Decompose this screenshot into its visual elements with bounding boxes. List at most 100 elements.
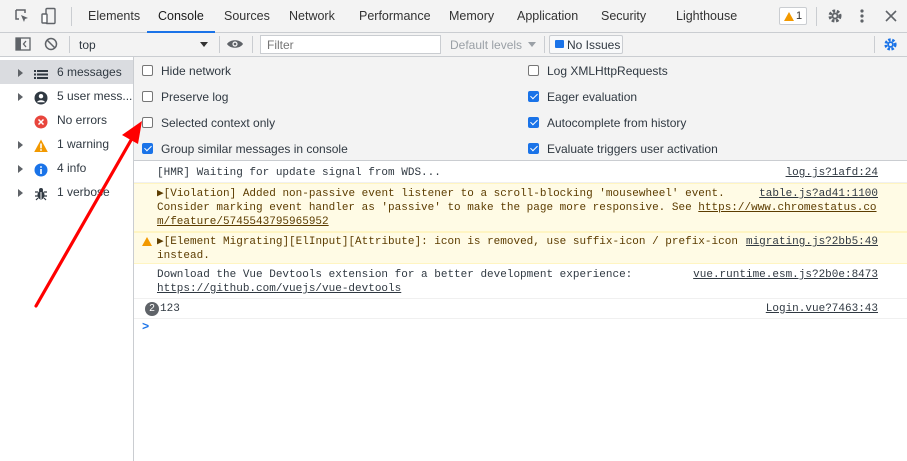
toolbar-divider <box>219 36 220 53</box>
sidebar-item-label: 1 warning <box>57 137 110 151</box>
issues-count: 1 <box>796 10 803 22</box>
sidebar-item-verbose[interactable]: 1 verbose <box>0 180 133 204</box>
sidebar-item-label: 1 verbose <box>57 185 110 199</box>
toolbar-divider <box>874 36 875 53</box>
log-levels-dropdown[interactable]: Default levels <box>450 35 540 54</box>
info-icon <box>34 161 48 177</box>
filter-input[interactable] <box>260 35 441 54</box>
console-sidebar: 6 messages 5 user mess... No errors 1 wa… <box>0 57 134 461</box>
tab-application[interactable]: Application <box>517 0 578 32</box>
sidebar-item-messages[interactable]: 6 messages <box>0 60 133 84</box>
sidebar-item-label: No errors <box>57 113 108 127</box>
expand-triangle-icon[interactable] <box>18 165 23 173</box>
sidebar-item-warnings[interactable]: 1 warning <box>0 132 133 156</box>
expand-triangle-icon[interactable] <box>18 189 23 197</box>
option-label: Eager evaluation <box>547 90 638 104</box>
warning-icon <box>34 137 48 152</box>
warning-icon <box>784 12 794 21</box>
tab-memory[interactable]: Memory <box>449 0 494 32</box>
option-label: Preserve log <box>161 90 229 104</box>
close-icon[interactable] <box>884 9 898 23</box>
expand-triangle-icon[interactable] <box>18 69 23 77</box>
message-text: [HMR] Waiting for update signal from WDS… <box>157 167 441 179</box>
warning-icon <box>142 237 152 246</box>
live-expression-eye-icon[interactable] <box>226 38 244 50</box>
bug-icon <box>34 185 48 201</box>
issues-chat-icon <box>555 40 564 48</box>
console-message: Download the Vue Devtools extension for … <box>134 264 907 299</box>
tab-performance[interactable]: Performance <box>359 0 431 32</box>
tab-console[interactable]: Console <box>147 0 215 33</box>
device-toolbar-icon[interactable] <box>40 7 58 25</box>
console-message: 123 Login.vue?7463:43 <box>134 299 907 319</box>
log-levels-label: Default levels <box>450 38 523 52</box>
toolbar-divider <box>69 36 70 53</box>
error-icon <box>34 113 48 129</box>
toolbar-divider <box>544 36 545 53</box>
message-source-link[interactable]: log.js?1afd:24 <box>786 166 878 180</box>
expand-triangle-icon[interactable] <box>18 93 23 101</box>
no-issues-button[interactable]: No Issues <box>549 35 623 54</box>
sidebar-item-user-messages[interactable]: 5 user mess... <box>0 84 133 108</box>
message-source-link[interactable]: migrating.js?2bb5:49 <box>746 235 878 249</box>
sidebar-item-info[interactable]: 4 info <box>0 156 133 180</box>
toolbar-divider <box>252 36 253 53</box>
option-label: Group similar messages in console <box>161 142 348 156</box>
issues-badge[interactable]: 1 <box>779 7 807 25</box>
message-source-link[interactable]: Login.vue?7463:43 <box>766 302 878 316</box>
message-url-link[interactable]: m/feature/5745543795965952 <box>157 215 329 229</box>
option-label: Autocomplete from history <box>547 116 687 130</box>
option-label: Evaluate triggers user activation <box>547 142 718 156</box>
tab-sources[interactable]: Sources <box>224 0 270 32</box>
message-url-link[interactable]: https://github.com/vuejs/vue-devtools <box>157 282 401 296</box>
tab-lighthouse[interactable]: Lighthouse <box>676 0 737 32</box>
console-prompt[interactable]: > <box>142 320 149 334</box>
sidebar-item-label: 5 user mess... <box>57 89 133 103</box>
tab-elements[interactable]: Elements <box>88 0 140 32</box>
user-icon <box>34 89 48 105</box>
settings-gear-icon[interactable] <box>827 8 843 24</box>
sidebar-item-errors[interactable]: No errors <box>0 108 133 132</box>
eager-evaluation-checkbox[interactable] <box>528 91 539 102</box>
message-text[interactable]: ▶[Violation] Added non-passive event lis… <box>157 187 725 201</box>
console-settings-panel: Hide network Preserve log Selected conte… <box>134 57 907 161</box>
inspect-element-icon[interactable] <box>14 8 30 24</box>
clear-console-icon[interactable] <box>44 37 58 51</box>
message-source-link[interactable]: table.js?ad41:1100 <box>759 187 878 201</box>
log-xhr-checkbox[interactable] <box>528 65 539 76</box>
console-warning-message: ▶[Element Migrating][ElInput][Attribute]… <box>134 232 907 264</box>
tab-security[interactable]: Security <box>601 0 646 32</box>
message-url-link[interactable]: https://www.chromestatus.co <box>698 202 876 214</box>
option-label: Selected context only <box>161 116 276 130</box>
devtools-tab-bar: Elements Console Sources Network Perform… <box>0 0 907 33</box>
message-source-link[interactable]: vue.runtime.esm.js?2b0e:8473 <box>693 268 878 282</box>
message-text-part: Consider marking event handler as 'passi… <box>157 202 699 214</box>
expand-triangle-icon[interactable] <box>18 141 23 149</box>
tab-divider <box>71 7 72 26</box>
dropdown-arrow-icon <box>528 42 536 47</box>
tab-network[interactable]: Network <box>289 0 335 32</box>
message-text: Consider marking event handler as 'passi… <box>157 201 877 215</box>
hide-network-checkbox[interactable] <box>142 65 153 76</box>
evaluate-triggers-checkbox[interactable] <box>528 143 539 154</box>
console-message: [HMR] Waiting for update signal from WDS… <box>134 162 907 183</box>
autocomplete-history-checkbox[interactable] <box>528 117 539 128</box>
more-options-icon[interactable] <box>858 8 866 24</box>
selected-context-only-checkbox[interactable] <box>142 117 153 128</box>
tab-divider <box>816 7 817 26</box>
option-label: Hide network <box>161 64 232 78</box>
repeat-count-badge: 2 <box>145 302 159 316</box>
message-text: 123 <box>160 303 180 315</box>
dropdown-arrow-icon <box>200 42 208 47</box>
message-text: instead. <box>157 250 210 262</box>
sidebar-item-label: 4 info <box>57 161 87 175</box>
message-text: Download the Vue Devtools extension for … <box>157 269 633 281</box>
console-settings-gear-icon[interactable] <box>883 37 898 52</box>
context-selector[interactable]: top <box>73 35 215 54</box>
message-text[interactable]: ▶[Element Migrating][ElInput][Attribute]… <box>157 235 738 249</box>
list-icon <box>34 65 48 79</box>
sidebar-toggle-icon[interactable] <box>15 37 31 51</box>
group-similar-checkbox[interactable] <box>142 143 153 154</box>
no-issues-label: No Issues <box>567 38 621 52</box>
preserve-log-checkbox[interactable] <box>142 91 153 102</box>
